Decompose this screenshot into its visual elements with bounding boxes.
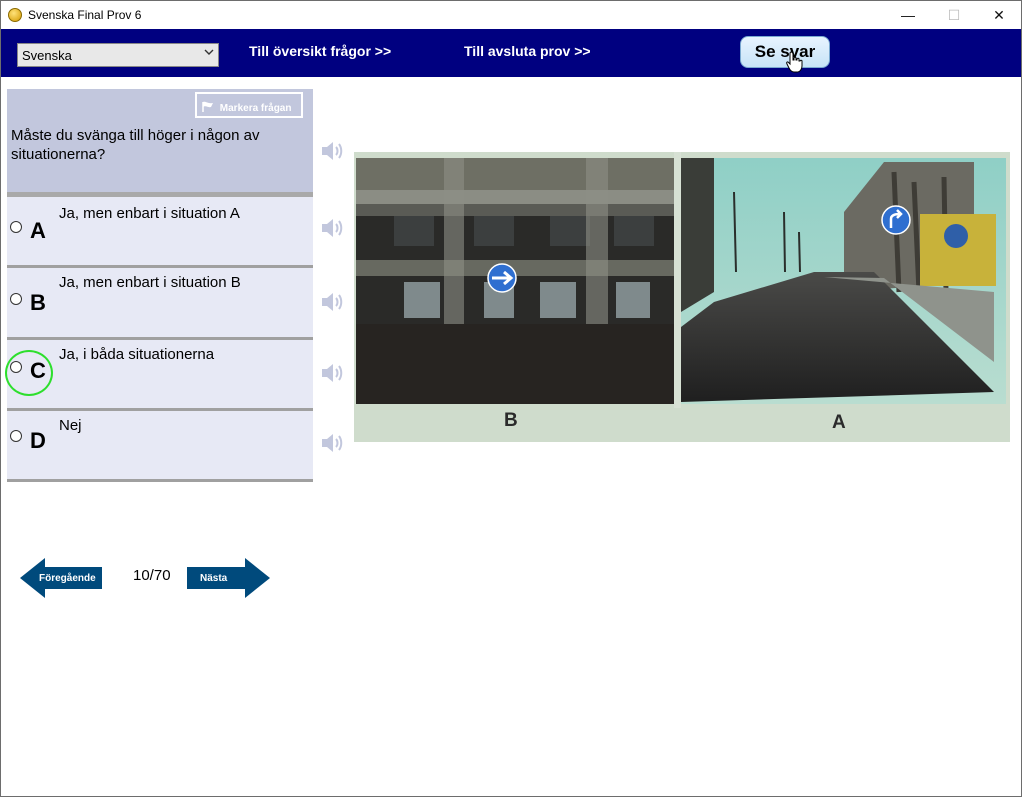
question-panel: Markera frågan Måste du svänga till höge… [7,89,313,197]
next-label: Nästa [200,573,228,584]
answer-b-speaker-icon[interactable] [320,290,344,314]
question-text: Måste du svänga till höger i någon av si… [11,127,260,163]
traffic-situation-image [354,152,1010,442]
close-button[interactable]: ✕ [976,1,1021,29]
maximize-button[interactable]: ☐ [931,1,977,29]
question-photo: B A [354,152,1010,442]
answer-option-c[interactable]: C Ja, i båda situationerna [7,340,313,411]
answer-b-radio[interactable] [10,293,22,305]
question-speaker-icon[interactable] [320,139,344,163]
top-toolbar: Svenska Till översikt frågor >> Till avs… [1,29,1021,77]
answer-a-letter: A [30,218,46,243]
minimize-button[interactable]: — [885,1,931,29]
answer-c-text: Ja, i båda situationerna [59,346,215,363]
answer-c-speaker-icon[interactable] [320,361,344,385]
overview-questions-link[interactable]: Till översikt frågor >> [249,43,391,59]
language-select[interactable]: Svenska [17,43,219,67]
answer-option-d[interactable]: D Nej [7,411,313,482]
app-window: Svenska Final Prov 6 — ☐ ✕ Svenska Till … [0,0,1022,797]
language-select-value: Svenska [22,48,72,63]
answer-d-letter: D [30,428,46,453]
answer-option-b[interactable]: B Ja, men enbart i situation B [7,268,313,340]
answer-a-speaker-icon[interactable] [320,216,344,240]
show-answer-button[interactable]: Se svar [740,36,830,68]
mark-question-button[interactable]: Markera frågan [195,92,303,118]
window-title: Svenska Final Prov 6 [28,8,142,22]
next-button[interactable]: Nästa [187,558,270,598]
mark-question-label: Markera frågan [219,103,292,114]
chevron-down-icon [204,48,214,59]
answer-d-text: Nej [59,417,82,434]
photo-label-b: B [504,410,518,431]
answer-b-letter: B [30,290,46,315]
question-counter: 10/70 [133,567,171,584]
hand-cursor-icon [786,51,803,73]
app-icon [8,8,22,22]
answer-c-focus-ring [5,350,53,396]
answer-d-radio[interactable] [10,430,22,442]
finish-exam-link[interactable]: Till avsluta prov >> [464,43,591,59]
answer-d-speaker-icon[interactable] [320,431,344,455]
title-bar: Svenska Final Prov 6 — ☐ ✕ [1,1,1021,29]
answer-option-a[interactable]: A Ja, men enbart i situation A [7,197,313,268]
previous-label: Föregående [39,573,96,584]
answer-b-text: Ja, men enbart i situation B [59,274,241,291]
photo-label-a: A [832,412,846,433]
flag-icon [201,101,215,116]
previous-button[interactable]: Föregående [20,558,102,598]
answer-a-text: Ja, men enbart i situation A [59,205,240,222]
answer-a-radio[interactable] [10,221,22,233]
